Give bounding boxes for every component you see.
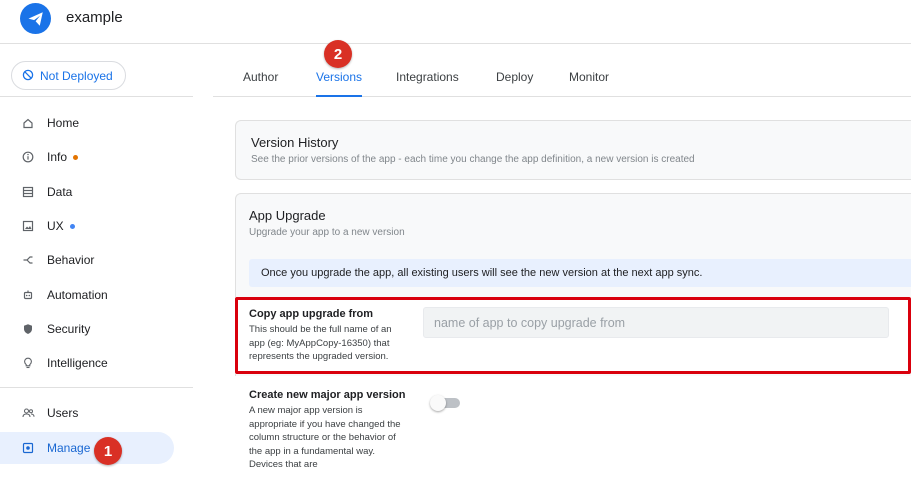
data-icon — [21, 185, 35, 199]
behavior-icon — [21, 253, 35, 267]
upgrade-info-banner: Once you upgrade the app, all existing u… — [249, 259, 911, 287]
tab-versions[interactable]: Versions — [316, 70, 363, 97]
sidebar-item-label: Home — [47, 116, 80, 130]
tab-monitor[interactable]: Monitor — [569, 70, 609, 97]
major-version-label: Create new major app version — [249, 389, 406, 401]
app-title: example — [66, 9, 123, 26]
sidebar-item-security[interactable]: Security — [0, 313, 193, 345]
version-history-title: Version History — [251, 135, 339, 150]
sidebar: Not Deployed Home Info Data UX Behavior … — [0, 44, 195, 477]
major-version-help: A new major app version is appropriate i… — [249, 405, 401, 470]
sidebar-item-intelligence[interactable]: Intelligence — [0, 347, 193, 379]
manage-icon — [21, 441, 35, 455]
sidebar-item-manage[interactable]: Manage — [0, 432, 174, 464]
sidebar-item-automation[interactable]: Automation — [0, 279, 193, 311]
app-upgrade-title: App Upgrade — [249, 208, 326, 223]
toggle-knob — [430, 395, 446, 411]
home-icon — [21, 116, 35, 130]
major-version-row: Create new major app version A new major… — [235, 376, 911, 477]
deploy-status-label: Not Deployed — [40, 68, 113, 83]
tab-bar: Author Versions Integrations Deploy Moni… — [213, 44, 911, 97]
ux-icon — [21, 219, 35, 233]
version-history-subtitle: See the prior versions of the app - each… — [251, 154, 695, 165]
sidebar-item-label: Data — [47, 185, 73, 199]
sidebar-item-users[interactable]: Users — [0, 397, 193, 429]
shield-icon — [21, 322, 35, 336]
sidebar-item-data[interactable]: Data — [0, 176, 193, 208]
step-badge-1: 1 — [94, 437, 122, 465]
info-icon — [21, 150, 35, 164]
copy-upgrade-label: Copy app upgrade from — [249, 308, 374, 320]
sidebar-item-label: Security — [47, 322, 91, 336]
not-deployed-icon — [22, 69, 34, 83]
sidebar-item-label: Manage — [47, 441, 91, 455]
sidebar-item-label: Intelligence — [47, 356, 108, 370]
major-version-toggle[interactable] — [430, 395, 460, 411]
sidebar-item-label: Info — [47, 150, 68, 164]
copy-upgrade-input[interactable] — [423, 307, 889, 338]
paper-plane-icon[interactable] — [20, 3, 51, 34]
sidebar-item-behavior[interactable]: Behavior — [0, 244, 193, 276]
sidebar-item-label: Automation — [47, 288, 108, 302]
info-status-dot — [73, 154, 79, 160]
sidebar-item-home[interactable]: Home — [0, 107, 193, 139]
sidebar-item-ux[interactable]: UX — [0, 210, 193, 242]
copy-upgrade-help: This should be the full name of an app (… — [249, 324, 392, 362]
sidebar-item-label: UX — [47, 219, 64, 233]
users-icon — [21, 406, 35, 420]
app-upgrade-subtitle: Upgrade your app to a new version — [249, 227, 405, 238]
sidebar-item-info[interactable]: Info — [0, 141, 193, 173]
lightbulb-icon — [21, 356, 35, 370]
ux-status-dot — [69, 223, 75, 229]
tab-author[interactable]: Author — [243, 70, 278, 97]
tab-integrations[interactable]: Integrations — [396, 70, 459, 97]
step-badge-2: 2 — [324, 40, 352, 68]
version-history-card[interactable]: Version History See the prior versions o… — [235, 120, 911, 180]
tab-deploy[interactable]: Deploy — [496, 70, 533, 97]
automation-icon — [21, 288, 35, 302]
sidebar-item-label: Users — [47, 406, 79, 420]
sidebar-divider — [0, 387, 193, 388]
deploy-status-chip[interactable]: Not Deployed — [11, 61, 126, 90]
sidebar-item-label: Behavior — [47, 253, 95, 267]
top-bar: example — [0, 0, 911, 44]
sidebar-divider — [0, 96, 193, 97]
